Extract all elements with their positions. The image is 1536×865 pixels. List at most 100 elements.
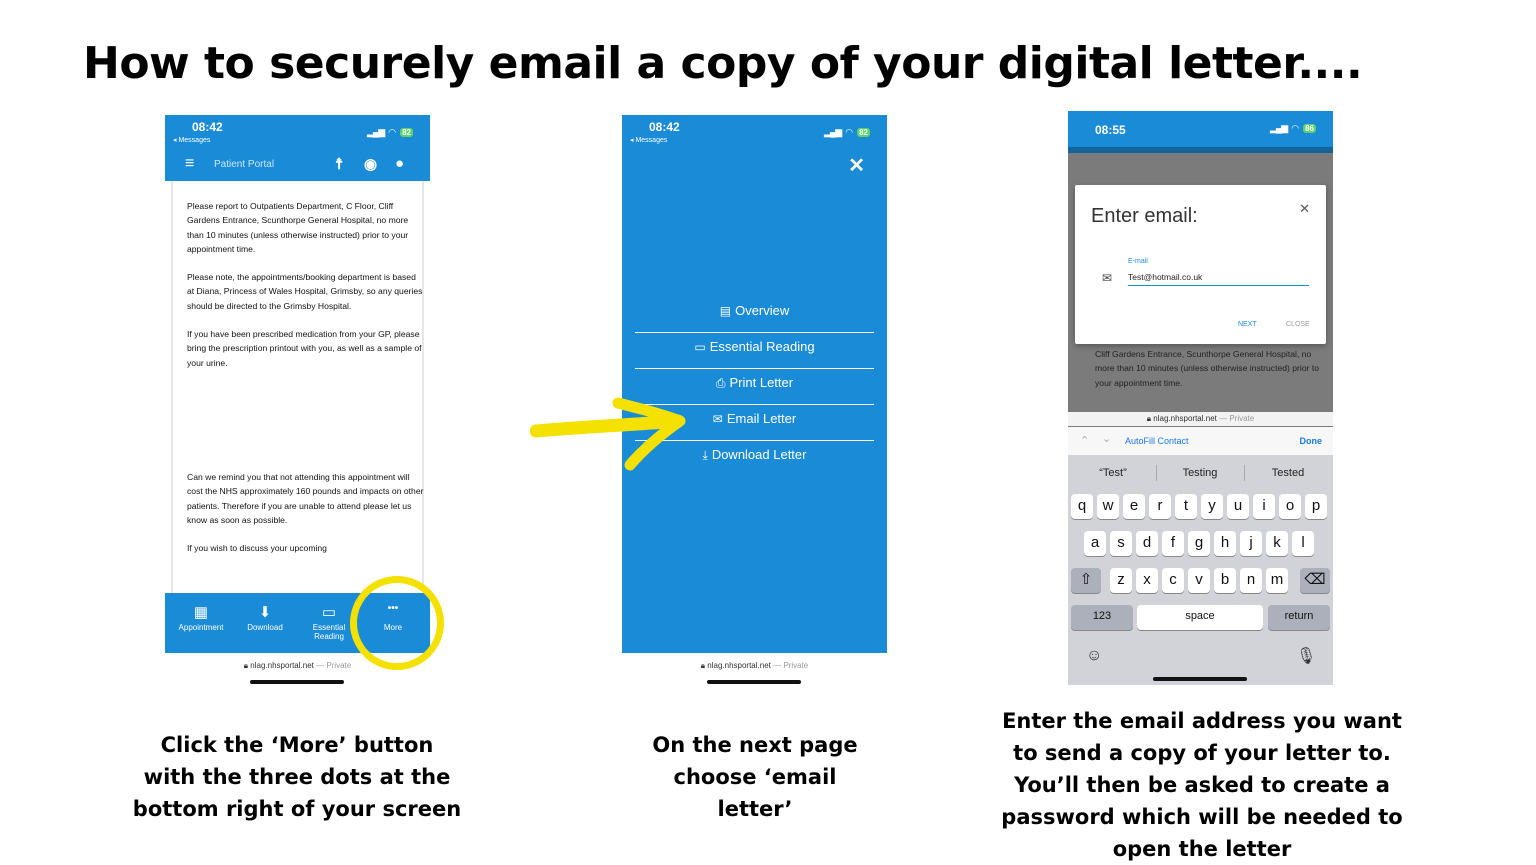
url-host: nlag.nhsportal.net [1153,414,1217,423]
back-to-messages[interactable]: ◂ Messages [173,136,210,144]
key-f[interactable]: f [1162,531,1184,556]
safari-url-bar[interactable]: 🔒︎ nlag.nhsportal.net — Private [622,661,887,671]
key-g[interactable]: g [1188,531,1210,556]
dimmed-nav-strip [1068,147,1333,153]
key-p[interactable]: p [1305,494,1327,519]
key-r[interactable]: r [1149,494,1171,519]
suggestion-divider [1156,465,1157,481]
url-host: nlag.nhsportal.net [250,661,314,670]
microphone-icon[interactable]: 🎙︎ [1296,646,1316,666]
tab-appointment[interactable]: ▦ Appointment [171,593,231,632]
close-icon[interactable]: ✕ [1299,201,1310,217]
envelope-icon: ✉ [1102,271,1113,285]
step2-caption: On the next page choose ‘email letter’ [652,733,858,821]
printer-icon: ⎙ [715,376,726,390]
tab-label: Appointment [178,623,224,632]
suggestion-divider [1244,465,1245,481]
compass-icon[interactable]: ◉ [364,155,377,173]
wifi-icon: ◠ [845,127,854,137]
key-i[interactable]: i [1253,494,1275,519]
hamburger-menu-icon[interactable]: ≡ [185,156,194,172]
return-key[interactable]: return [1268,605,1330,630]
letter-paragraph: Please report to Outpatients Department,… [187,201,409,254]
key-q[interactable]: q [1071,494,1093,519]
letter-paragraph: If you wish to discuss your upcoming [187,543,327,554]
done-button[interactable]: Done [1300,436,1323,446]
key-j[interactable]: j [1240,531,1262,556]
key-k[interactable]: k [1266,531,1288,556]
backspace-icon: ⌫ [1304,571,1326,588]
key-s[interactable]: s [1110,531,1132,556]
menu-item-overview[interactable]: ▤ Overview [635,297,874,333]
user-account-icon[interactable]: ● [395,155,404,172]
key-b[interactable]: b [1214,568,1236,593]
highlight-circle [350,576,444,670]
url-private: — Private [773,661,809,670]
menu-item-label: Overview [735,303,790,318]
menu-item-label: Print Letter [729,375,794,390]
key-t[interactable]: t [1175,494,1197,519]
key-v[interactable]: v [1188,568,1210,593]
emoji-icon[interactable]: ☺ [1086,647,1102,665]
key-n[interactable]: n [1240,568,1262,593]
email-dialog: Enter email: ✕ E-mail ✉ Test@hotmail.co.… [1075,185,1326,344]
content-left-edge [171,181,173,593]
next-button[interactable]: NEXT [1238,321,1257,328]
key-y[interactable]: y [1201,494,1223,519]
back-to-messages[interactable]: ◂ Messages [630,136,667,144]
menu-item-essential-reading[interactable]: ▭ Essential Reading [635,333,874,369]
key-c[interactable]: c [1162,568,1184,593]
suggestion-item[interactable]: Testing [1160,467,1240,479]
status-icons: ▂▄▆ ◠ 82 [824,127,870,138]
key-l[interactable]: l [1292,531,1314,556]
signal-icon: ▂▄▆ [367,127,385,137]
letter-content-behind: Cliff Gardens Entrance, Scunthorpe Gener… [1095,349,1320,388]
chevron-down-icon[interactable]: ⌄ [1102,432,1111,445]
key-o[interactable]: o [1279,494,1301,519]
accessibility-icon[interactable]: ☨ [335,155,343,173]
battery-icon: 82 [857,128,870,137]
status-time: 08:42 [192,120,223,134]
close-icon[interactable]: ✕ [848,153,865,178]
autofill-contact-button[interactable]: AutoFill Contact [1125,436,1189,446]
envelope-icon: ✉ [712,412,723,426]
list-icon: ▤ [719,304,732,318]
numbers-key[interactable]: 123 [1071,605,1133,630]
download-icon: ⤓ [702,448,708,462]
chevron-up-icon[interactable]: ⌃ [1080,434,1089,447]
safari-url-bar[interactable]: 🔒︎ nlag.nhsportal.net — Private [1068,412,1333,426]
signal-icon: ▂▄▆ [1270,123,1288,133]
key-z[interactable]: z [1110,568,1132,593]
space-key[interactable]: space [1137,605,1263,630]
email-field-label: E-mail [1128,258,1148,265]
key-h[interactable]: h [1214,531,1236,556]
key-u[interactable]: u [1227,494,1249,519]
key-d[interactable]: d [1136,531,1158,556]
autofill-bar: ⌃ ⌄ AutoFill Contact Done [1068,427,1333,455]
key-m[interactable]: m [1266,568,1288,593]
battery-icon: 82 [400,128,413,137]
letter-content: Please report to Outpatients Department,… [187,199,424,569]
suggestion-item[interactable]: Tested [1248,467,1328,479]
email-field[interactable]: Test@hotmail.co.uk [1128,272,1309,286]
menu-item-label: Essential Reading [709,339,815,354]
lock-icon: 🔒︎ [243,661,249,670]
key-w[interactable]: w [1097,494,1119,519]
url-private: — Private [316,661,352,670]
delete-key[interactable]: ⌫ [1300,568,1330,593]
key-e[interactable]: e [1123,494,1145,519]
dialog-title: Enter email: [1091,205,1198,227]
wifi-icon: ◠ [388,127,397,137]
shift-key[interactable]: ⇧ [1071,568,1101,593]
close-button[interactable]: CLOSE [1286,321,1310,328]
letter-paragraph: Can we remind you that not attending thi… [187,471,424,525]
signal-icon: ▂▄▆ [824,127,842,137]
lock-icon: 🔒︎ [1146,414,1152,423]
tab-download[interactable]: ⬇ Download [235,593,295,632]
key-a[interactable]: a [1084,531,1106,556]
menu-item-label: Download Letter [711,447,807,462]
key-x[interactable]: x [1136,568,1158,593]
step1-caption: Click the ‘More’ button with the three d… [132,733,462,821]
letter-paragraph: Please note, the appointments/booking de… [187,272,423,311]
suggestion-item[interactable]: “Test” [1073,467,1153,479]
